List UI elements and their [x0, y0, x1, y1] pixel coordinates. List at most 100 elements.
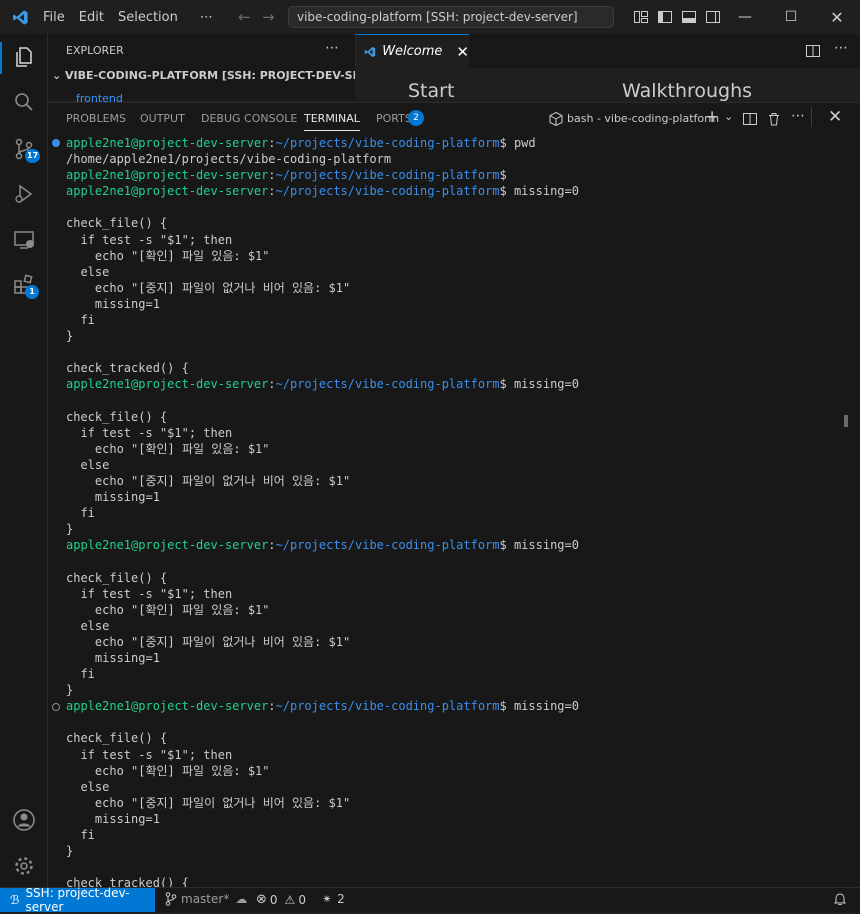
menu-more[interactable]: ⋯ [193, 10, 220, 25]
terminal-prompt-line: apple2ne1@project-dev-server:~/projects/… [66, 135, 846, 151]
explorer-more-icon[interactable]: ⋯ [325, 40, 339, 56]
divider [811, 107, 812, 127]
command-decoration-icon[interactable] [52, 702, 60, 711]
new-terminal-icon[interactable]: + [705, 107, 719, 127]
terminal-output-line: check_tracked() { [66, 361, 189, 376]
tab-output[interactable]: OUTPUT [140, 112, 185, 125]
problems-indicator[interactable]: ⊗ 0 ⚠ 0 [256, 892, 306, 907]
customize-layout-icon[interactable] [633, 9, 649, 25]
menu-file[interactable]: File [36, 10, 72, 25]
ports-forwarded-count: 2 [337, 892, 345, 906]
prompt-colon: : [268, 538, 276, 553]
warning-icon: ⚠ [284, 892, 296, 907]
close-icon[interactable]: ✕ [456, 43, 469, 61]
terminal-output-line: check_file() { [66, 570, 168, 585]
menu-selection[interactable]: Selection [111, 10, 185, 25]
remote-indicator[interactable]: ℬ SSH: project-dev-server [0, 886, 155, 914]
terminal-output-line: missing=1 [66, 490, 160, 505]
branch-label: master* [181, 892, 230, 906]
minimize-icon[interactable]: — [722, 0, 768, 34]
workspace-root[interactable]: ⌄ VIBE-CODING-PLATFORM [SSH: PROJECT-DEV… [52, 69, 398, 82]
terminal-output-line: echo "[확인] 파일 있음: $1" [66, 248, 270, 263]
terminal-output-line: echo "[확인] 파일 있음: $1" [66, 602, 270, 617]
search-icon[interactable] [12, 90, 36, 114]
back-arrow-icon[interactable]: ← [238, 8, 251, 26]
close-window-icon[interactable]: ✕ [814, 0, 860, 34]
terminal-output-line: else [66, 618, 110, 633]
tab-debug-console[interactable]: DEBUG CONSOLE [201, 112, 297, 125]
tab-welcome[interactable]: Welcome ✕ [356, 34, 469, 68]
panel-tab-bar: PROBLEMS OUTPUT DEBUG CONSOLE TERMINAL P… [48, 103, 860, 135]
terminal-output-line: echo "[중지] 파일이 없거나 비어 있음: $1" [66, 473, 351, 488]
terminal-scrollbar[interactable] [844, 415, 848, 427]
remote-label: SSH: project-dev-server [25, 886, 130, 914]
tab-ports[interactable]: PORTS [376, 112, 412, 125]
maximize-icon[interactable]: ☐ [768, 0, 814, 34]
prompt-command: missing=0 [506, 699, 579, 714]
close-panel-icon[interactable]: ✕ [828, 107, 842, 127]
prompt-command: missing=0 [506, 538, 579, 553]
remote-explorer-icon[interactable] [12, 228, 36, 252]
terminal-output-line: echo "[중지] 파일이 없거나 비어 있음: $1" [66, 280, 351, 295]
explorer-icon[interactable] [12, 45, 36, 69]
terminal-output-line: } [66, 329, 74, 344]
title-bar: File Edit Selection ⋯ ← → vibe-coding-pl… [0, 0, 860, 34]
gear-icon[interactable] [12, 854, 36, 878]
vscode-tab-icon [364, 46, 376, 57]
terminal-output-line: if test -s "$1"; then [66, 586, 233, 601]
chevron-down-icon: ⌄ [52, 69, 66, 82]
welcome-walkthroughs-heading: Walkthroughs [622, 80, 753, 102]
terminal-output-line: fi [66, 828, 95, 843]
terminal-output-line: else [66, 779, 110, 794]
terminal-output-line: if test -s "$1"; then [66, 425, 233, 440]
tab-terminal[interactable]: TERMINAL [304, 112, 360, 131]
welcome-page: Start Walkthroughs [355, 68, 860, 102]
prompt-colon: : [268, 168, 276, 183]
command-decoration-icon[interactable] [52, 139, 60, 147]
toggle-panel-icon[interactable] [681, 9, 697, 25]
ports-indicator[interactable]: ✴ 2 [322, 892, 345, 906]
error-count: 0 [269, 892, 278, 907]
terminal-name[interactable]: bash - vibe-coding-platform [567, 112, 719, 125]
run-debug-icon[interactable] [12, 182, 36, 206]
remote-icon: ℬ [10, 893, 20, 907]
trash-icon[interactable] [766, 111, 782, 127]
branch-indicator[interactable]: master* ☁ [165, 892, 247, 906]
toggle-secondary-sidebar-icon[interactable] [705, 9, 721, 25]
explorer-sidebar: EXPLORER ⋯ ⌄ VIBE-CODING-PLATFORM [SSH: … [48, 34, 398, 105]
prompt-colon: : [268, 136, 276, 150]
terminal-output-line: else [66, 264, 110, 279]
terminal-output-line: fi [66, 313, 95, 328]
toggle-primary-sidebar-icon[interactable] [657, 9, 673, 25]
prompt-dollar: $ [499, 699, 507, 714]
split-editor-icon[interactable] [805, 43, 821, 59]
workspace-root-label: VIBE-CODING-PLATFORM [SSH: PROJECT-DEV-S… [65, 69, 399, 82]
terminal-output-line: if test -s "$1"; then [66, 232, 233, 247]
notifications-bell-icon[interactable] [833, 892, 847, 906]
terminal-output-line: /home/apple2ne1/projects/vibe-coding-pla… [66, 152, 392, 167]
terminal-output-line: missing=1 [66, 811, 160, 826]
forward-arrow-icon[interactable]: → [262, 8, 275, 26]
active-indicator [0, 42, 2, 74]
terminal-output-line: echo "[중지] 파일이 없거나 비어 있음: $1" [66, 634, 351, 649]
prompt-dollar: $ [499, 377, 507, 392]
command-center-search[interactable]: vibe-coding-platform [SSH: project-dev-s… [288, 6, 614, 28]
vscode-logo-icon [6, 0, 34, 34]
menu-edit[interactable]: Edit [72, 10, 111, 25]
terminal-output-line: if test -s "$1"; then [66, 747, 233, 762]
terminal-prompt-line: apple2ne1@project-dev-server:~/projects/… [66, 376, 846, 392]
tab-problems[interactable]: PROBLEMS [66, 112, 126, 125]
split-terminal-icon[interactable] [742, 111, 758, 127]
chevron-down-icon[interactable]: ⌄ [724, 110, 733, 123]
prompt-user-host: apple2ne1@project-dev-server [66, 699, 269, 714]
terminal-prompt-line: apple2ne1@project-dev-server:~/projects/… [66, 167, 846, 183]
panel-more-icon[interactable]: ⋯ [791, 108, 805, 124]
prompt-colon: : [268, 699, 276, 714]
editor-more-icon[interactable]: ⋯ [834, 40, 848, 56]
terminal-output[interactable]: apple2ne1@project-dev-server:~/projects/… [66, 135, 846, 891]
account-icon[interactable] [12, 808, 36, 832]
prompt-colon: : [268, 184, 276, 199]
terminal-prompt-line: apple2ne1@project-dev-server:~/projects/… [66, 183, 846, 199]
